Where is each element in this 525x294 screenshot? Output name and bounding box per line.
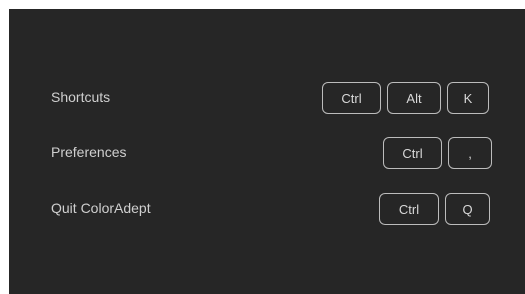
keycap-alt: Alt	[387, 82, 441, 114]
keycap-ctrl: Ctrl	[322, 82, 381, 114]
keycap-comma: ,	[448, 137, 492, 169]
shortcut-row-quit[interactable]: Quit ColorAdept Ctrl Q	[9, 193, 525, 225]
shortcut-label: Shortcuts	[51, 89, 111, 105]
key-combo: Ctrl Q	[379, 193, 490, 225]
keycap-ctrl: Ctrl	[379, 193, 439, 225]
keycap-ctrl: Ctrl	[383, 137, 442, 169]
shortcut-label: Preferences	[51, 144, 127, 160]
shortcuts-panel: Shortcuts Ctrl Alt K Preferences Ctrl , …	[9, 9, 525, 294]
shortcut-label: Quit ColorAdept	[51, 200, 151, 216]
key-combo: Ctrl Alt K	[322, 82, 489, 114]
keycap-k: K	[447, 82, 489, 114]
shortcut-row-shortcuts[interactable]: Shortcuts Ctrl Alt K	[9, 82, 525, 114]
key-combo: Ctrl ,	[383, 137, 492, 169]
shortcut-row-preferences[interactable]: Preferences Ctrl ,	[9, 137, 525, 169]
keycap-q: Q	[445, 193, 490, 225]
